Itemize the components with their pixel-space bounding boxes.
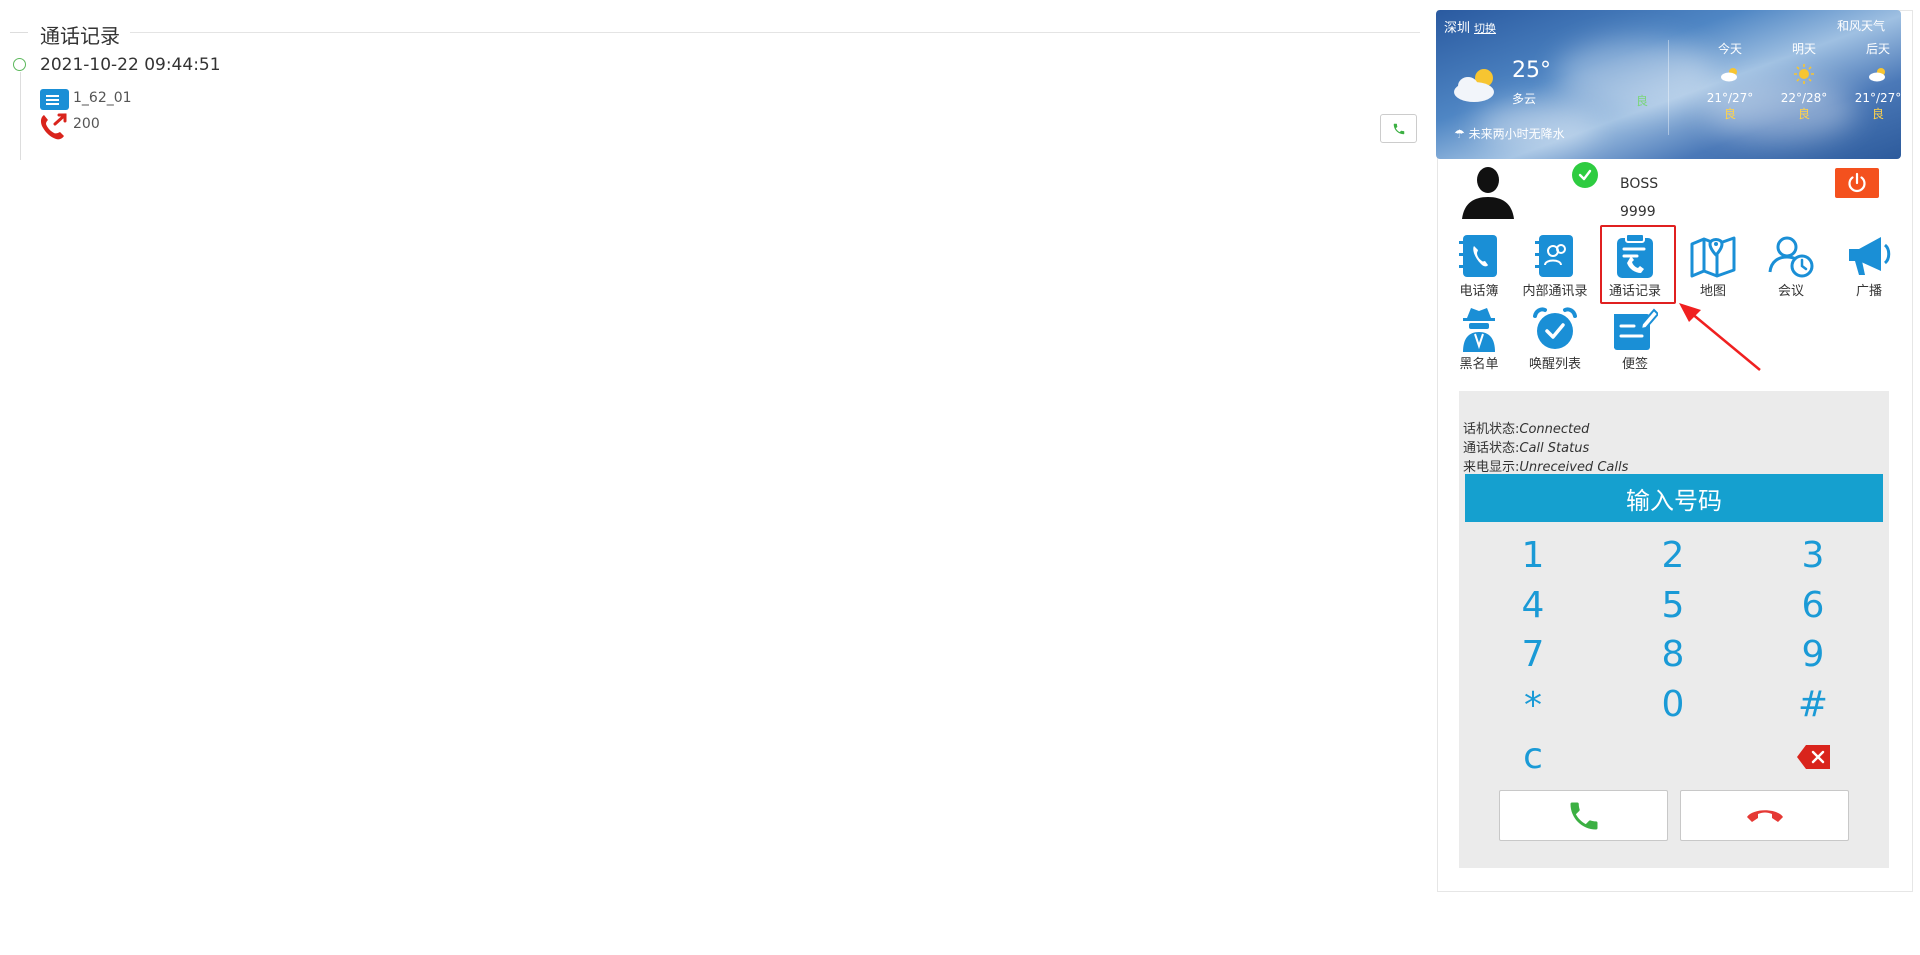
backspace-icon <box>1797 745 1830 769</box>
app-phonebook[interactable]: 电话簿 <box>1442 232 1516 299</box>
key-1[interactable]: 1 <box>1503 536 1563 576</box>
weather-city: 深圳 切换 <box>1444 21 1497 36</box>
log-entry-extension: 1_62_01 <box>73 90 132 106</box>
extension-icon <box>40 89 69 110</box>
app-internal-contacts[interactable]: 内部通讯录 <box>1518 232 1592 299</box>
key-2[interactable]: 2 <box>1643 536 1703 576</box>
title-rule <box>130 32 1420 33</box>
phone-status: 话机状态:Connected <box>1463 422 1590 437</box>
key-5[interactable]: 5 <box>1643 586 1703 626</box>
weather-widget: 深圳 切换 和风天气 25° 多云 良 ☂ 未来两小时无降水 今天 21°/27°… <box>1436 10 1901 159</box>
key-8[interactable]: 8 <box>1643 635 1703 675</box>
key-0[interactable]: 0 <box>1643 685 1703 725</box>
online-status-icon <box>1572 162 1598 188</box>
wakeup-alarm-icon <box>1533 307 1577 349</box>
app-blacklist[interactable]: 黑名单 <box>1442 305 1516 372</box>
outgoing-call-icon <box>40 113 67 140</box>
rain-icon: ☂ <box>1454 127 1469 141</box>
user-name: BOSS <box>1620 176 1659 192</box>
weather-temperature: 25° <box>1512 58 1551 83</box>
user-extension: 9999 <box>1620 204 1656 220</box>
weather-divider <box>1668 40 1669 135</box>
phone-icon <box>1393 123 1404 134</box>
hangup-icon <box>1746 809 1783 822</box>
partly-cloudy-icon <box>1454 69 1494 102</box>
key-hash[interactable]: # <box>1783 685 1843 725</box>
partly-cloudy-icon <box>1721 68 1737 82</box>
call-button[interactable] <box>1499 790 1668 841</box>
blacklist-icon <box>1463 308 1495 352</box>
partly-cloudy-icon <box>1869 68 1885 82</box>
selected-app-highlight <box>1600 225 1676 304</box>
forecast-today: 今天 21°/27° 良 <box>1706 42 1754 121</box>
key-3[interactable]: 3 <box>1783 536 1843 576</box>
phonebook-icon <box>1459 235 1497 277</box>
logout-button[interactable] <box>1835 168 1879 198</box>
weather-switch-link[interactable]: 切换 <box>1474 22 1496 35</box>
phone-call-icon <box>1570 802 1597 829</box>
avatar <box>1462 167 1514 219</box>
weather-rain-note: ☂ 未来两小时无降水 <box>1454 127 1565 141</box>
timeline-dot <box>13 58 26 71</box>
internal-contacts-icon <box>1535 235 1573 277</box>
map-icon <box>1690 236 1736 278</box>
caller-id-status: 来电显示:Unreceived Calls <box>1463 460 1629 475</box>
call-status: 通话状态:Call Status <box>1463 441 1590 456</box>
timeline-line <box>20 72 21 160</box>
weather-condition: 多云 <box>1512 92 1537 106</box>
log-entry-number: 200 <box>73 116 100 132</box>
sun-icon <box>1794 64 1814 84</box>
key-6[interactable]: 6 <box>1783 586 1843 626</box>
clear-key[interactable]: c <box>1503 737 1563 777</box>
meeting-icon <box>1768 236 1814 278</box>
annotation-arrow <box>1679 303 1761 371</box>
key-star[interactable]: * <box>1503 686 1563 726</box>
app-broadcast[interactable]: 广播 <box>1832 232 1906 299</box>
key-4[interactable]: 4 <box>1503 586 1563 626</box>
app-wakeup-list[interactable]: 唤醒列表 <box>1518 305 1592 372</box>
forecast-day-after: 后天 21°/27° 良 <box>1854 42 1901 121</box>
broadcast-icon <box>1849 237 1891 275</box>
app-meeting[interactable]: 会议 <box>1754 232 1828 299</box>
app-map[interactable]: 地图 <box>1676 232 1750 299</box>
title-rule-left <box>10 32 28 33</box>
app-note[interactable]: 便签 <box>1598 305 1672 372</box>
backspace-button[interactable] <box>1796 744 1832 774</box>
number-input[interactable]: 输入号码 <box>1465 474 1883 522</box>
redial-button[interactable] <box>1380 114 1417 143</box>
note-icon <box>1614 308 1658 350</box>
hangup-button[interactable] <box>1680 790 1849 841</box>
power-icon <box>1848 172 1866 193</box>
log-entry-time: 2021-10-22 09:44:51 <box>40 55 221 75</box>
forecast-tomorrow: 明天 22°/28° 良 <box>1780 42 1828 121</box>
page-title: 通话记录 <box>40 24 120 48</box>
weather-aqi: 良 <box>1636 94 1649 108</box>
key-7[interactable]: 7 <box>1503 635 1563 675</box>
key-9[interactable]: 9 <box>1783 635 1843 675</box>
weather-brand: 和风天气 <box>1836 19 1885 33</box>
